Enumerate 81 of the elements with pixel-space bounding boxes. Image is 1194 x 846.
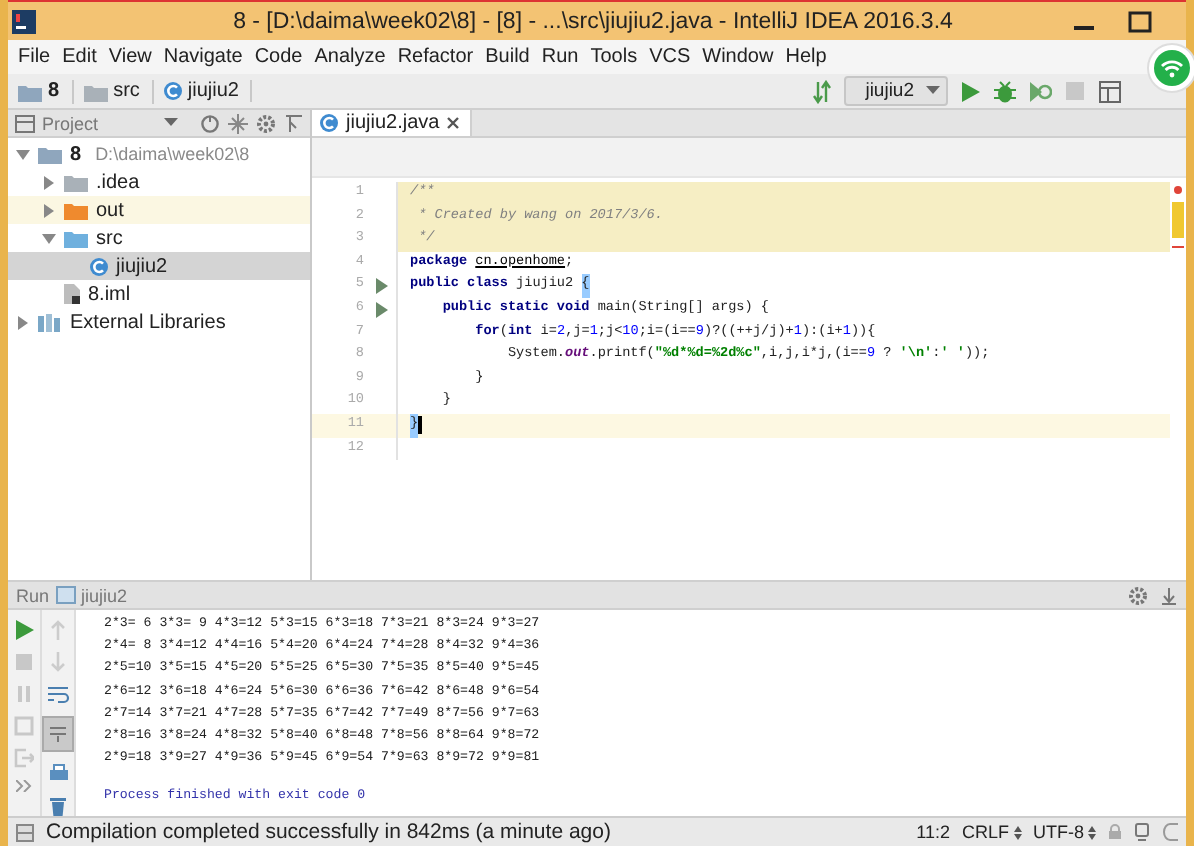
event-log-icon[interactable] bbox=[1162, 822, 1178, 842]
run-tab[interactable]: jiujiu2 bbox=[81, 585, 128, 605]
file-icon bbox=[62, 282, 82, 306]
tree-item[interactable]: src bbox=[8, 224, 310, 252]
project-icon bbox=[14, 113, 36, 133]
inspector-icon[interactable] bbox=[1134, 822, 1150, 842]
menu-item[interactable]: Analyze bbox=[308, 46, 392, 68]
menu-item[interactable]: Run bbox=[535, 46, 585, 68]
module-folder-icon bbox=[36, 142, 64, 166]
bug-icon[interactable] bbox=[994, 79, 1016, 103]
tool-windows-icon[interactable] bbox=[16, 823, 34, 841]
menu-item[interactable]: View bbox=[102, 46, 158, 68]
soft-wrap-icon[interactable] bbox=[46, 684, 70, 704]
run-configuration-dropdown[interactable]: jiujiu2 bbox=[843, 76, 948, 106]
console-icon bbox=[55, 586, 76, 604]
class-icon bbox=[161, 80, 184, 102]
tree-item[interactable]: External Libraries bbox=[8, 308, 310, 336]
menu-item[interactable]: Help bbox=[779, 46, 833, 68]
rerun-icon[interactable] bbox=[14, 620, 34, 640]
menu-item[interactable]: Navigate bbox=[157, 46, 249, 68]
tree-item[interactable]: 8 D:\daima\week02\8 bbox=[8, 140, 310, 168]
panel-title[interactable]: Project bbox=[42, 113, 99, 133]
expand-icon[interactable] bbox=[16, 780, 32, 792]
menu-item[interactable]: VCS bbox=[643, 46, 697, 68]
menu-item[interactable]: File bbox=[12, 46, 57, 68]
hide-icon[interactable] bbox=[1160, 585, 1178, 605]
app-icon bbox=[12, 9, 36, 33]
run-gutter-icon[interactable] bbox=[376, 301, 388, 318]
breadcrumb[interactable]: 8 bbox=[48, 80, 60, 102]
tree-item[interactable]: jiujiu2 bbox=[8, 252, 310, 280]
editor-tab[interactable]: jiujiu2.java bbox=[312, 110, 472, 136]
class-icon bbox=[318, 112, 340, 134]
menu-item[interactable]: Build bbox=[479, 46, 536, 68]
warning-marker bbox=[1172, 202, 1184, 238]
encoding-selector[interactable]: UTF-8 bbox=[1033, 822, 1096, 842]
up-down-icon bbox=[1013, 825, 1021, 839]
dropdown-arrow-icon[interactable] bbox=[164, 118, 179, 128]
breadcrumb[interactable]: src bbox=[113, 80, 140, 102]
tree-item[interactable]: 8.iml bbox=[8, 280, 310, 308]
library-icon bbox=[36, 310, 64, 334]
collapse-icon[interactable] bbox=[228, 113, 248, 133]
menu-item[interactable]: Code bbox=[248, 46, 309, 68]
menu-item[interactable]: Window bbox=[696, 46, 780, 68]
print-icon[interactable] bbox=[47, 764, 69, 784]
trash-icon[interactable] bbox=[48, 796, 68, 818]
dropdown-arrow-icon bbox=[926, 86, 940, 96]
lock-icon[interactable] bbox=[1108, 824, 1122, 840]
error-indicator bbox=[1174, 186, 1182, 194]
hide-icon[interactable] bbox=[284, 113, 304, 133]
menu-item[interactable]: Edit bbox=[56, 46, 103, 68]
collapsed-arrow-icon[interactable] bbox=[16, 315, 30, 329]
error-marker bbox=[1172, 246, 1184, 248]
expanded-arrow-icon[interactable] bbox=[42, 231, 56, 245]
collapsed-arrow-icon[interactable] bbox=[42, 175, 56, 189]
panel-title[interactable]: Run bbox=[16, 585, 50, 605]
scroll-to-end-icon bbox=[48, 724, 68, 744]
close-icon[interactable] bbox=[445, 116, 460, 130]
menu-item[interactable]: Tools bbox=[584, 46, 644, 68]
tree-item[interactable]: out bbox=[8, 196, 310, 224]
collapsed-arrow-icon[interactable] bbox=[42, 203, 56, 217]
breadcrumb[interactable]: jiujiu2 bbox=[187, 80, 239, 102]
cursor-position[interactable]: 11:2 bbox=[916, 822, 950, 842]
maximize-icon[interactable] bbox=[1126, 9, 1154, 33]
settings-icon[interactable] bbox=[256, 113, 276, 133]
class-icon bbox=[88, 255, 110, 277]
sort-arrows-icon[interactable] bbox=[811, 79, 832, 103]
coverage-icon[interactable] bbox=[1028, 79, 1052, 103]
run-icon[interactable] bbox=[960, 79, 982, 103]
sync-icon[interactable] bbox=[200, 113, 220, 133]
up-down-icon bbox=[1088, 825, 1096, 839]
window-title: 8 - [D:\daima\week02\8] - [8] - ...\src\jiujiu2.java - IntelliJ IDEA 2016.3.4 bbox=[231, 9, 955, 33]
status-message: Compilation completed successfully in 842ms (a minute ago) bbox=[46, 820, 611, 844]
folder-icon bbox=[62, 198, 90, 222]
scroll-to-end-button[interactable] bbox=[42, 716, 74, 752]
expanded-arrow-icon[interactable] bbox=[16, 147, 30, 161]
run-gutter-icon[interactable] bbox=[376, 278, 388, 295]
tree-item[interactable]: .idea bbox=[8, 168, 310, 196]
line-separator-selector[interactable]: CRLF bbox=[961, 822, 1021, 842]
structure-icon[interactable] bbox=[1098, 79, 1122, 103]
settings-icon[interactable] bbox=[1128, 585, 1148, 605]
menu-item[interactable]: Refactor bbox=[391, 46, 480, 68]
